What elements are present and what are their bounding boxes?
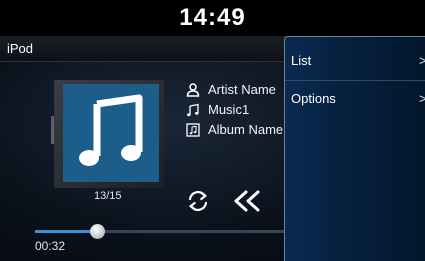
menu-item-list[interactable]: List > — [285, 42, 425, 80]
source-title: iPod — [7, 41, 34, 56]
ipod-player-screen: 14:49 iPod 13/15 Artist Name Music1 Albu… — [0, 0, 425, 261]
menu-item-options[interactable]: Options > — [285, 80, 425, 118]
menu-item-label: List — [291, 53, 312, 68]
repeat-icon[interactable] — [185, 188, 211, 214]
album-art[interactable] — [63, 84, 159, 182]
music-note-small-icon — [187, 103, 199, 117]
track-index: 13/15 — [94, 190, 122, 202]
album-row: Album Name — [186, 122, 296, 140]
progress-thumb[interactable] — [90, 224, 105, 239]
popup-menu: List > Options > — [284, 36, 425, 261]
progress-fill — [35, 230, 97, 233]
artist-name: Artist Name — [208, 82, 276, 97]
music-note-icon — [79, 94, 143, 166]
previous-track-icon[interactable] — [232, 188, 262, 214]
song-title: Music1 — [208, 102, 250, 117]
menu-item-label: Options — [291, 91, 336, 106]
artist-row: Artist Name — [186, 82, 296, 100]
person-icon — [186, 83, 200, 97]
status-bar: 14:49 — [0, 0, 425, 36]
album-name: Album Name — [208, 122, 284, 137]
album-icon — [186, 123, 200, 137]
clock: 14:49 — [179, 4, 246, 31]
song-row: Music1 — [186, 102, 296, 120]
elapsed-time: 00:32 — [35, 239, 66, 253]
chevron-right-icon: > — [419, 91, 425, 106]
chevron-right-icon: > — [419, 53, 425, 68]
